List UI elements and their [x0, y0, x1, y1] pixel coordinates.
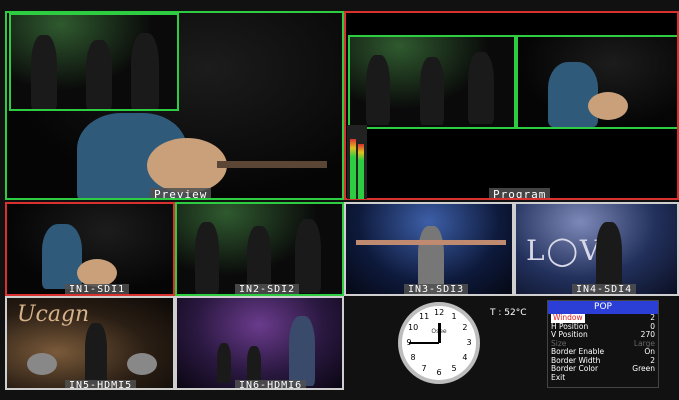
clock-number: 4	[462, 353, 468, 362]
input-label-2: IN2-SDI2	[235, 284, 300, 294]
input-label-5: IN5-HDMI5	[65, 380, 137, 388]
input-tile-3[interactable]: IN3-SDI3	[344, 202, 514, 296]
pop-menu[interactable]: POP Window 2 H Position 0 V Position 270 Size L…	[547, 300, 659, 388]
temperature-readout: T : 52°C	[490, 308, 527, 318]
input-label-6: IN6-HDMI6	[235, 380, 307, 388]
input-tile-1[interactable]: IN1-SDI1	[5, 202, 175, 296]
program-label: Program	[489, 188, 551, 198]
input-tile-5[interactable]: Ucagn IN5-HDMI5	[5, 296, 175, 390]
input-tile-4[interactable]: L◯V IN4-SDI4	[514, 202, 679, 296]
clock-hour-hand	[437, 323, 441, 343]
clock-number: 1	[451, 312, 457, 322]
pop-menu-item-value: Green	[632, 364, 655, 373]
program-window[interactable]: Program	[344, 11, 679, 200]
input-tile-2[interactable]: IN2-SDI2	[175, 202, 344, 296]
clock-minute-hand	[409, 342, 439, 344]
clock-number: 12	[434, 308, 445, 317]
pop-menu-item-label: Exit	[551, 372, 566, 382]
input-label-1: IN1-SDI1	[65, 284, 130, 294]
program-pip-right	[516, 35, 677, 129]
audio-meter	[347, 125, 367, 199]
clock-number: 7	[421, 363, 427, 373]
clock-number: 8	[410, 353, 416, 362]
clock-number: 6	[436, 368, 442, 377]
input-label-4: IN4-SDI4	[572, 284, 637, 294]
clock-number: 10	[408, 323, 419, 332]
preview-pip-window[interactable]	[9, 13, 179, 111]
preview-label: Preview	[150, 188, 212, 198]
clock-number: 2	[462, 323, 468, 332]
program-pip-left	[348, 35, 516, 129]
input-label-3: IN3-SDI3	[404, 284, 469, 294]
clock-number: 3	[466, 338, 472, 347]
input-tile-6[interactable]: IN6-HDMI6	[175, 296, 344, 390]
clock-number: 11	[419, 312, 430, 322]
clock-number: 5	[451, 363, 457, 373]
preview-window[interactable]: Preview	[5, 11, 344, 200]
pop-menu-item[interactable]: Exit	[548, 372, 658, 383]
analog-clock: Osee 121234567891011	[398, 302, 480, 384]
